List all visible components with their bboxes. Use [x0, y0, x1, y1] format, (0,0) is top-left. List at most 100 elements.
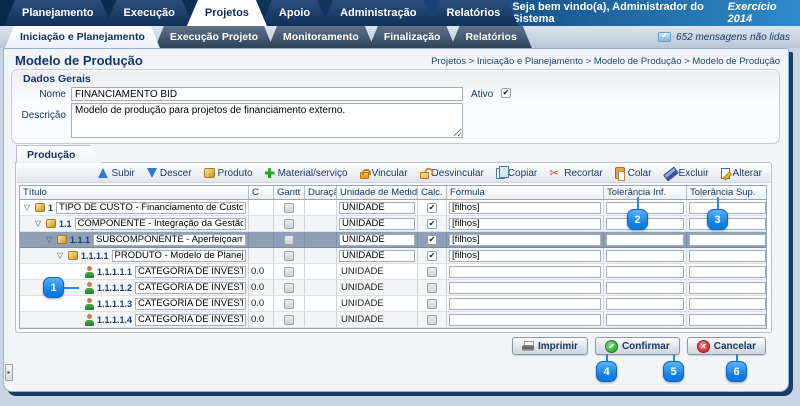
toolbar-desvincular-button[interactable]: Desvincular: [420, 168, 484, 179]
topnav-tab-apoio[interactable]: Apoio: [261, 0, 328, 26]
node-number: 1: [48, 203, 53, 213]
tree-expander-icon[interactable]: ▽: [24, 204, 34, 212]
table-row[interactable]: 1.1.1.1.30.0UNIDADE: [20, 296, 766, 312]
formula-input[interactable]: [449, 266, 601, 278]
unidade-input[interactable]: [339, 202, 415, 214]
confirmar-button[interactable]: Confirmar: [595, 337, 680, 355]
table-row[interactable]: ▽ 1.1.1: [20, 232, 766, 248]
calc-checkbox[interactable]: [427, 283, 437, 293]
tree-expander-icon[interactable]: ▽: [57, 252, 67, 260]
calc-checkbox[interactable]: [427, 267, 437, 277]
table-row[interactable]: 1.1.1.1.10.0UNIDADE: [20, 264, 766, 280]
tolerancia-sup-input[interactable]: [689, 266, 766, 278]
formula-cell: [447, 296, 604, 311]
table-row[interactable]: ▽1.1: [20, 216, 766, 232]
toolbar-button-label: Produto: [218, 168, 253, 179]
calc-checkbox[interactable]: [427, 315, 437, 325]
tolerancia-sup-cell: [687, 232, 768, 247]
calc-checkbox[interactable]: [427, 203, 437, 213]
gantt-checkbox[interactable]: [284, 235, 294, 245]
toolbar-alterar-button[interactable]: Alterar: [721, 168, 762, 179]
toolbar-vincular-button[interactable]: Vincular: [360, 168, 408, 179]
tolerancia-sup-input[interactable]: [689, 282, 766, 294]
formula-input[interactable]: [449, 314, 601, 326]
tolerancia-inf-input[interactable]: [606, 314, 684, 326]
panel-collapse-handle[interactable]: ▸: [5, 364, 13, 381]
subnav-tab-iniciacao-e-planejamento[interactable]: Iniciação e Planejamento: [5, 26, 160, 48]
formula-input[interactable]: [449, 282, 601, 294]
unidade-input[interactable]: [339, 234, 415, 246]
topnav-tab-relatorios[interactable]: Relatórios: [429, 0, 519, 26]
calc-checkbox[interactable]: [427, 235, 437, 245]
formula-input[interactable]: [449, 218, 601, 230]
formula-input[interactable]: [449, 298, 601, 310]
formula-cell: [447, 280, 604, 295]
calc-checkbox[interactable]: [427, 299, 437, 309]
calc-checkbox[interactable]: [427, 219, 437, 229]
tolerancia-inf-input[interactable]: [606, 282, 684, 294]
titulo-input[interactable]: [135, 298, 246, 310]
tree-expander-icon[interactable]: ▽: [46, 236, 56, 244]
gantt-checkbox[interactable]: [284, 219, 294, 229]
gantt-checkbox[interactable]: [284, 299, 294, 309]
toolbar-colar-button[interactable]: Colar: [615, 167, 652, 179]
formula-input[interactable]: [449, 250, 601, 262]
table-row[interactable]: ▽1: [20, 200, 766, 216]
toolbar-excluir-button[interactable]: Excluir: [664, 168, 709, 179]
gantt-checkbox[interactable]: [284, 203, 294, 213]
toolbar-produto-button[interactable]: Produto: [204, 168, 253, 179]
topnav-tab-execucao[interactable]: Execução: [106, 0, 193, 26]
messages-icon[interactable]: [658, 32, 671, 42]
ativo-checkbox[interactable]: [501, 88, 511, 98]
unidade-input[interactable]: [339, 250, 415, 262]
subnav-tab-relatorios[interactable]: Relatórios: [450, 26, 531, 48]
formula-input[interactable]: [449, 234, 601, 246]
titulo-input[interactable]: [56, 202, 246, 214]
tolerancia-inf-input[interactable]: [606, 250, 684, 262]
table-row[interactable]: ▽1.1.1.1: [20, 248, 766, 264]
cancelar-button[interactable]: Cancelar: [687, 337, 766, 355]
formula-input[interactable]: [449, 202, 601, 214]
tolerancia-sup-input[interactable]: [689, 202, 766, 214]
topnav-tab-administracao[interactable]: Administração: [322, 0, 434, 26]
imprimir-button[interactable]: Imprimir: [512, 337, 588, 355]
topnav-tab-planejamento[interactable]: Planejamento: [4, 0, 112, 26]
table-row[interactable]: 1.1.1.1.20.0UNIDADE: [20, 280, 766, 296]
gantt-checkbox[interactable]: [284, 315, 294, 325]
gantt-checkbox[interactable]: [284, 267, 294, 277]
toolbar-material-servico-button[interactable]: Material/serviço: [265, 168, 348, 179]
unidade-input[interactable]: [339, 218, 415, 230]
tolerancia-sup-input[interactable]: [689, 314, 766, 326]
toolbar-subir-button[interactable]: Subir: [98, 168, 134, 179]
gantt-checkbox[interactable]: [284, 283, 294, 293]
subnav-tab-monitoramento[interactable]: Monitoramento: [268, 26, 374, 48]
titulo-input[interactable]: [135, 282, 246, 294]
unread-messages-text[interactable]: 652 mensagens não lidas: [676, 32, 790, 43]
toolbar-descer-button[interactable]: Descer: [147, 168, 192, 179]
tolerancia-inf-input[interactable]: [606, 298, 684, 310]
topnav-tab-projetos[interactable]: Projetos: [187, 0, 267, 26]
titulo-input[interactable]: [112, 250, 246, 262]
gantt-cell: [274, 264, 305, 279]
tolerancia-sup-input[interactable]: [689, 234, 766, 246]
toolbar-recortar-button[interactable]: Recortar: [549, 168, 602, 179]
toolbar-copiar-button[interactable]: Copiar: [496, 168, 537, 179]
table-row[interactable]: 1.1.1.1.40.0UNIDADE: [20, 312, 766, 328]
tolerancia-sup-input[interactable]: [689, 250, 766, 262]
gantt-checkbox[interactable]: [284, 251, 294, 261]
descricao-textarea[interactable]: Modelo de produção para projetos de fina…: [71, 103, 463, 138]
tree-expander-icon[interactable]: ▽: [35, 220, 45, 228]
node-number: 1.1.1: [70, 235, 90, 245]
titulo-input[interactable]: [75, 218, 246, 230]
subnav-tab-execucao-projeto[interactable]: Execução Projeto: [155, 26, 273, 48]
tolerancia-inf-input[interactable]: [606, 234, 684, 246]
tolerancia-sup-input[interactable]: [689, 298, 766, 310]
titulo-input[interactable]: [135, 266, 246, 278]
tab-producao[interactable]: Produção: [16, 145, 102, 163]
tolerancia-inf-input[interactable]: [606, 266, 684, 278]
titulo-input[interactable]: [135, 314, 246, 326]
nome-input[interactable]: [71, 87, 463, 101]
titulo-input[interactable]: [93, 234, 246, 246]
calc-checkbox[interactable]: [427, 251, 437, 261]
subnav-tab-finalizacao[interactable]: Finalização: [369, 26, 456, 48]
